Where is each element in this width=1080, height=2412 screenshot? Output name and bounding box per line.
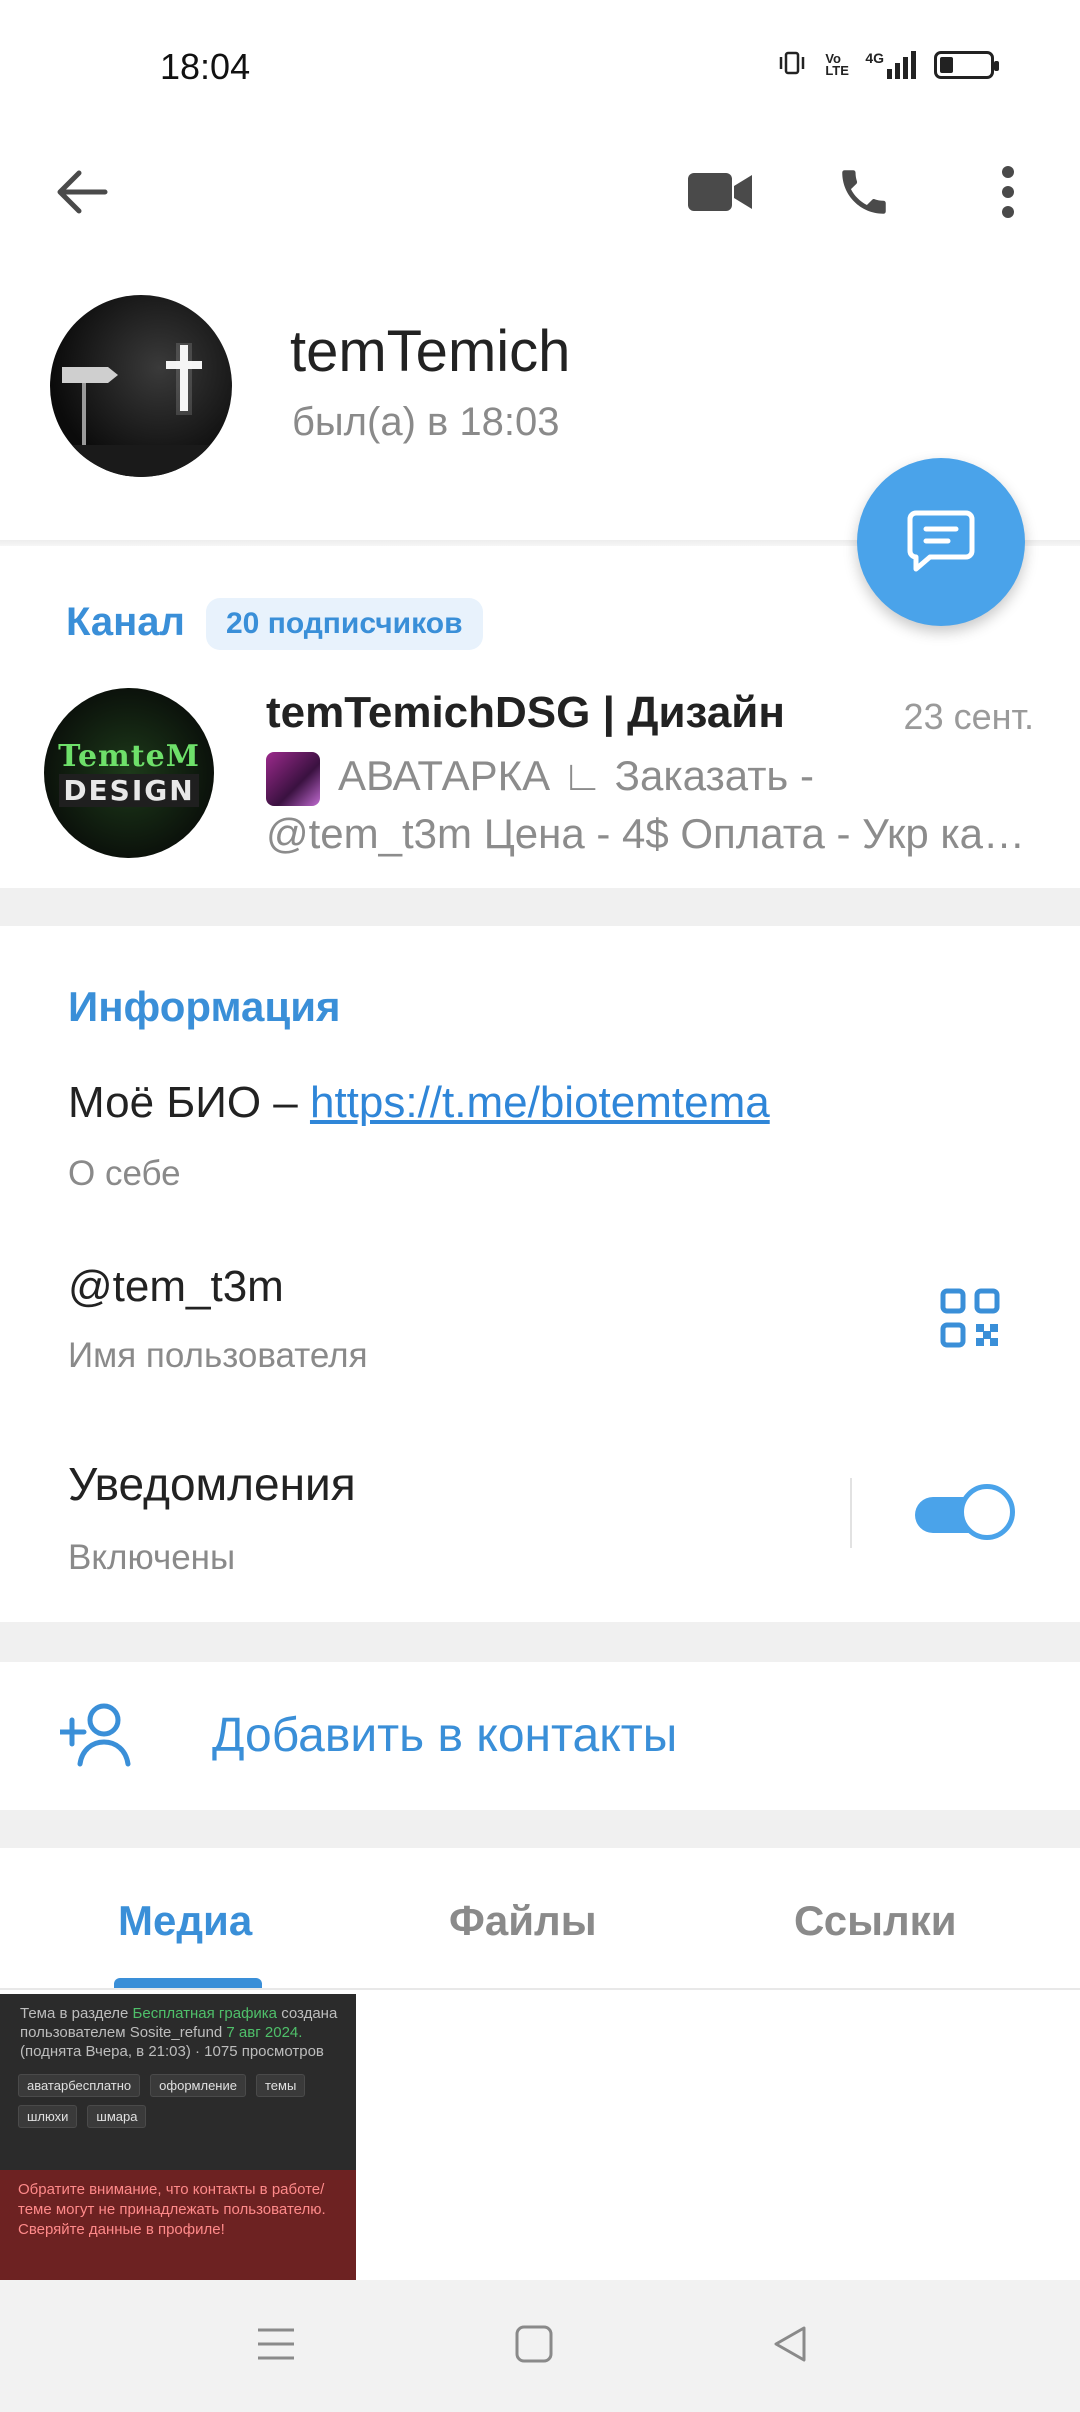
channel-date: 23 сент. [903, 696, 1034, 737]
more-button[interactable] [968, 152, 1048, 232]
media-thumb-warning: Обратите внимание, что контакты в работе… [0, 2170, 356, 2280]
volte-icon: Vo LTE [825, 51, 849, 78]
bio-label: О себе [68, 1154, 181, 1193]
notifications-title: Уведомления [68, 1458, 356, 1510]
profile-avatar[interactable] [50, 295, 232, 477]
network-type: 4G [865, 50, 884, 66]
menu-icon [258, 2328, 294, 2360]
status-icons: Vo LTE 4G [777, 48, 999, 82]
thumb-text-line2: (поднята Вчера, в 21:03) · 1075 просмотр… [20, 2043, 324, 2060]
message-icon [907, 510, 975, 572]
channel-avatar: TemteM DESIGN [44, 688, 214, 858]
section-gap [0, 888, 1080, 926]
channel-preview-line1: АВАТАРКА ∟ Заказать - [338, 752, 814, 799]
username[interactable]: @tem_t3m [68, 1262, 284, 1312]
thumb-text-d: 7 авг 2024. [226, 2024, 303, 2041]
channel-preview-thumbnail [266, 752, 320, 806]
last-seen-status: был(а) в 18:03 [292, 400, 560, 444]
recent-apps-button[interactable] [256, 2324, 296, 2369]
status-time: 18:04 [160, 46, 251, 87]
channel-avatar-text: TemteM [58, 739, 200, 774]
thumb-tag: аватарбесплатно [18, 2074, 141, 2097]
message-fab[interactable] [857, 458, 1025, 626]
media-thumb-tags: аватарбесплатно оформление темы шлюхи шм… [18, 2074, 348, 2128]
channel-label: Канал [66, 600, 185, 644]
media-thumb-text: Тема в разделе Бесплатная графика создан… [20, 2004, 350, 2061]
info-section-title: Информация [68, 983, 341, 1030]
tab-links[interactable]: Ссылки [794, 1897, 957, 1945]
channel-avatar-subtext: DESIGN [59, 774, 199, 807]
more-vertical-icon [1002, 166, 1014, 218]
toggle-knob [959, 1484, 1015, 1540]
media-thumbnail[interactable]: Тема в разделе Бесплатная графика создан… [0, 1994, 356, 2280]
thumb-tag: темы [255, 2074, 306, 2097]
add-person-icon [57, 1700, 136, 1768]
video-call-icon [688, 173, 752, 211]
tab-files[interactable]: Файлы [449, 1897, 597, 1945]
bio-prefix: Моё БИО – [68, 1078, 310, 1127]
qr-code-icon [940, 1288, 1000, 1348]
battery-icon [934, 51, 999, 79]
signal-icon: 4G [865, 51, 916, 79]
qr-code-button[interactable] [940, 1288, 1000, 1348]
active-tab-indicator [114, 1978, 262, 1988]
bio-text: Моё БИО – https://t.me/biotemtema [68, 1078, 770, 1128]
back-button[interactable] [42, 152, 122, 232]
vibrate-icon [777, 48, 807, 82]
thumb-tag: оформление [150, 2074, 246, 2097]
notifications-toggle[interactable] [915, 1484, 1015, 1544]
notifications-separator [850, 1478, 852, 1548]
notifications-state: Включены [68, 1538, 236, 1577]
avatar-image [50, 343, 232, 477]
thumb-tag: шлюхи [18, 2105, 78, 2128]
thumb-text-b: Бесплатная графика [132, 2005, 278, 2022]
subscribers-badge: 20 подписчиков [206, 598, 483, 650]
tabs-divider [0, 1988, 1080, 1990]
phone-button[interactable] [824, 152, 904, 232]
video-call-button[interactable] [681, 152, 761, 232]
thumb-tag: шмара [87, 2105, 147, 2128]
channel-title: temTemichDSG | Дизайн [266, 688, 785, 737]
section-gap [0, 1622, 1080, 1662]
thumb-text-a: Тема в разделе [20, 2005, 133, 2022]
system-nav-bar [0, 2280, 1080, 2412]
add-contact-label: Добавить в контакты [212, 1709, 678, 1762]
tab-media[interactable]: Медиа [118, 1897, 252, 1945]
back-nav-button[interactable] [770, 2324, 810, 2369]
channel-preview-line2: @tem_t3m Цена - 4$ Оплата - Укр карта [266, 810, 1026, 857]
home-button[interactable] [514, 2324, 554, 2369]
back-triangle-icon [774, 2326, 806, 2362]
bio-link[interactable]: https://t.me/biotemtema [310, 1078, 770, 1127]
profile-name: temTemich [290, 319, 571, 384]
section-gap [0, 1810, 1080, 1848]
thumb-warning-text: Обратите внимание, что контакты в работе… [18, 2181, 326, 2238]
home-square-icon [515, 2325, 553, 2363]
username-label: Имя пользователя [68, 1336, 368, 1375]
phone-icon [842, 170, 886, 214]
back-arrow-icon [57, 170, 108, 214]
